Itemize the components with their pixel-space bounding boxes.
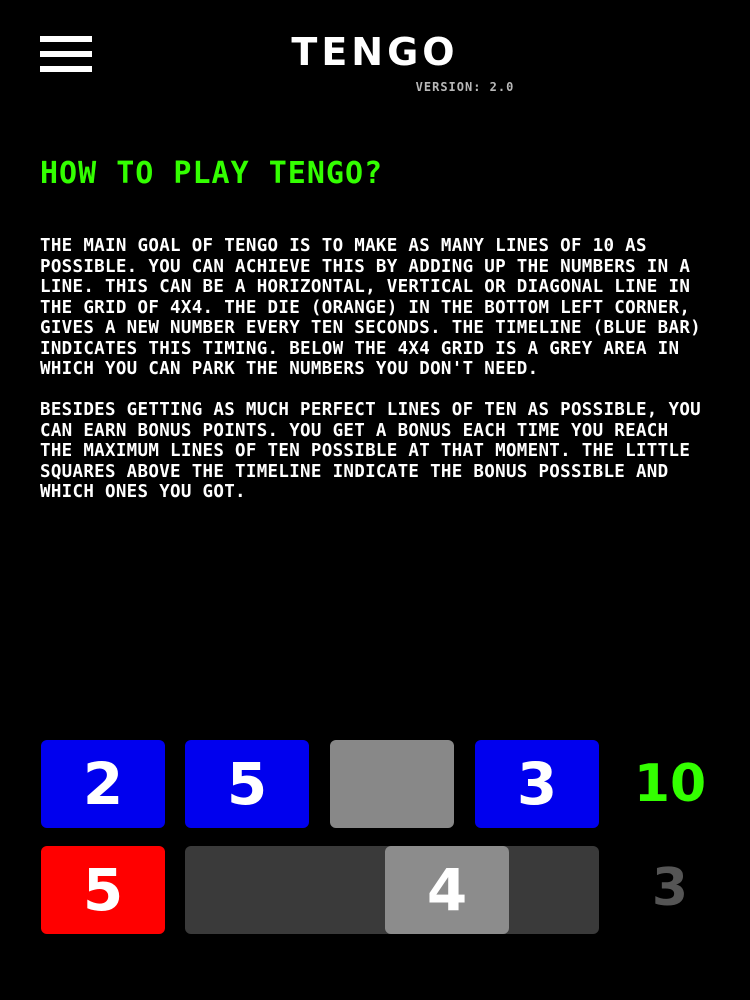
- instructions-paragraph-2: BESIDES GETTING AS MUCH PERFECT LINES OF…: [40, 400, 701, 502]
- instructions-text: THE MAIN GOAL OF TENGO IS TO MAKE AS MAN…: [40, 236, 710, 503]
- row-tile-3-empty[interactable]: [330, 740, 454, 828]
- page-heading: HOW TO PLAY TENGO?: [40, 156, 384, 191]
- row-tile-4[interactable]: 3: [475, 740, 599, 828]
- die-tile[interactable]: 5: [41, 846, 165, 934]
- next-number-value: 3: [651, 858, 689, 918]
- parked-tile[interactable]: 4: [385, 846, 509, 934]
- app-title: TENGO: [291, 30, 459, 74]
- row-sum-value: 10: [633, 754, 707, 814]
- instructions-paragraph-1: THE MAIN GOAL OF TENGO IS TO MAKE AS MAN…: [40, 236, 701, 379]
- row-tile-1[interactable]: 2: [41, 740, 165, 828]
- version-label: VERSION: 2.0: [415, 80, 515, 94]
- row-tile-2[interactable]: 5: [185, 740, 309, 828]
